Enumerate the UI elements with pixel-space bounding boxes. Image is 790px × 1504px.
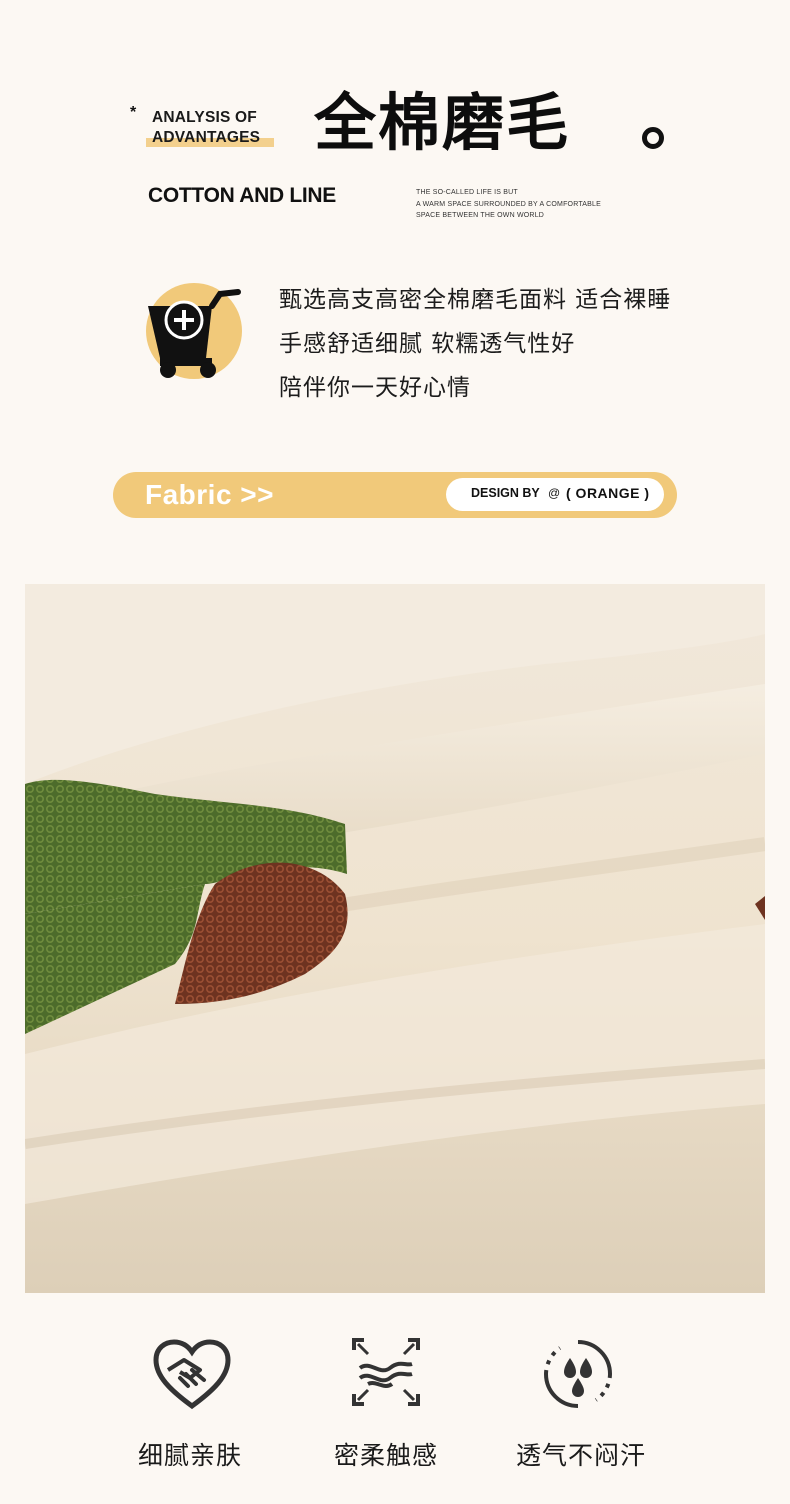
handshake-heart-icon	[153, 1339, 231, 1410]
description: 甄选高支高密全棉磨毛面料 适合裸睡 手感舒适细腻 软糯透气性好 陪伴你一天好心情	[279, 278, 671, 410]
asterisk-mark: *	[130, 104, 137, 121]
fabric-label: Fabric >>	[145, 479, 275, 510]
breathable-drops-icon	[544, 1340, 612, 1408]
at-sign: @	[548, 486, 561, 500]
description-line-3: 陪伴你一天好心情	[279, 375, 471, 401]
description-line-1: 甄选高支高密全棉磨毛面料 适合裸睡	[279, 287, 672, 313]
tagline-line-2: A WARM SPACE SURROUNDED BY A COMFORTABLE	[416, 200, 601, 208]
page-title: 全棉磨毛	[314, 86, 571, 159]
cart-add-icon	[148, 289, 241, 378]
tagline: THE SO-CALLED LIFE IS BUT A WARM SPACE S…	[416, 187, 616, 222]
subtitle: COTTON AND LINE	[148, 184, 336, 207]
brand-name: ( ORANGE )	[566, 485, 650, 501]
fabric-photo	[25, 584, 765, 1293]
tagline-line-3: SPACE BETWEEN THE OWN WORLD	[416, 212, 545, 219]
feature-label-1: 细腻亲肤	[137, 1441, 242, 1470]
feature-label-2: 密柔触感	[333, 1441, 438, 1470]
design-by-text: DESIGN BY	[471, 486, 540, 500]
title-dot	[642, 127, 664, 149]
feature-label-3: 透气不闷汗	[515, 1441, 646, 1470]
analysis-heading: ANALYSIS OF ADVANTAGES	[152, 108, 277, 148]
tagline-line-1: THE SO-CALLED LIFE IS BUT	[416, 189, 518, 196]
analysis-line-1: ANALYSIS OF	[152, 109, 257, 126]
analysis-line-2: ADVANTAGES	[152, 129, 261, 146]
description-line-2: 手感舒适细腻 软糯透气性好	[279, 331, 576, 357]
soft-touch-icon	[352, 1338, 420, 1406]
